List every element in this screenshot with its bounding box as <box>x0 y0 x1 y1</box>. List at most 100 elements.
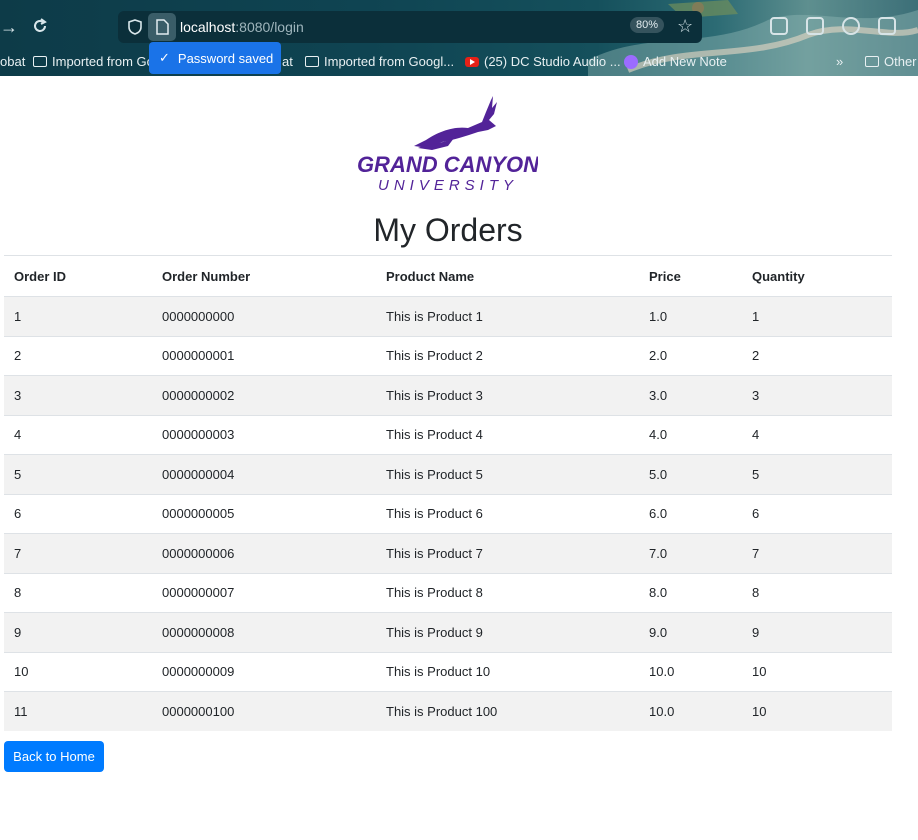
header-order-id: Order ID <box>4 255 152 297</box>
price-cell: 6.0 <box>639 493 742 534</box>
pocket-icon[interactable] <box>770 17 788 35</box>
bookmarks-bar: obat Imported from Go at Imported from G… <box>0 52 918 74</box>
product-name-cell: This is Product 4 <box>376 414 639 455</box>
bookmark-label: obat <box>0 54 26 69</box>
order-id-cell: 6 <box>4 493 152 534</box>
quantity-cell: 4 <box>742 414 892 455</box>
bookmark-label: Imported from Googl... <box>324 54 455 69</box>
product-name-cell: This is Product 2 <box>376 335 639 376</box>
bookmarks-overflow-icon[interactable]: » <box>836 54 843 69</box>
table-row: 7 0000000006 This is Product 7 7.0 7 <box>4 533 892 573</box>
order-id-cell: 8 <box>4 572 152 613</box>
order-number-cell: 0000000003 <box>152 414 376 455</box>
password-saved-toast: ✓ Password saved <box>149 42 281 74</box>
price-cell: 3.0 <box>639 375 742 415</box>
order-number-cell: 0000000009 <box>152 651 376 692</box>
price-cell: 10.0 <box>639 651 742 692</box>
quantity-cell: 2 <box>742 335 892 376</box>
shield-icon[interactable] <box>126 18 144 36</box>
order-number-cell: 0000000000 <box>152 296 376 336</box>
price-cell: 4.0 <box>639 414 742 455</box>
price-cell: 7.0 <box>639 533 742 573</box>
table-row: 8 0000000007 This is Product 8 8.0 8 <box>4 572 892 613</box>
youtube-icon <box>465 56 479 67</box>
folder-icon <box>865 56 879 67</box>
table-row: 11 0000000100 This is Product 100 10.0 10 <box>4 691 892 731</box>
quantity-cell: 6 <box>742 493 892 534</box>
browser-toolbar: → localhost:8080/login 80% ☆ obat Import… <box>0 0 918 76</box>
order-id-cell: 2 <box>4 335 152 376</box>
price-cell: 10.0 <box>639 691 742 731</box>
back-to-home-button[interactable]: Back to Home <box>4 741 104 772</box>
table-row: 3 0000000002 This is Product 3 3.0 3 <box>4 375 892 415</box>
bookmark-item[interactable]: Other <box>865 54 917 69</box>
order-number-cell: 0000000008 <box>152 612 376 652</box>
header-product-name: Product Name <box>376 255 639 297</box>
product-name-cell: This is Product 100 <box>376 691 639 731</box>
order-number-cell: 0000000100 <box>152 691 376 731</box>
folder-icon <box>305 56 319 67</box>
order-id-cell: 1 <box>4 296 152 336</box>
bookmark-label: at <box>282 54 293 69</box>
table-row: 1 0000000000 This is Product 1 1.0 1 <box>4 296 892 336</box>
order-number-cell: 0000000004 <box>152 454 376 494</box>
bookmark-item[interactable]: (25) DC Studio Audio ... <box>465 54 621 69</box>
order-number-cell: 0000000006 <box>152 533 376 573</box>
address-bar[interactable]: localhost:8080/login <box>118 11 702 43</box>
url-text[interactable]: localhost:8080/login <box>180 19 304 35</box>
table-header-row: Order ID Order Number Product Name Price… <box>4 255 892 297</box>
table-row: 2 0000000001 This is Product 2 2.0 2 <box>4 335 892 376</box>
product-name-cell: This is Product 3 <box>376 375 639 415</box>
order-number-cell: 0000000007 <box>152 572 376 613</box>
order-id-cell: 5 <box>4 454 152 494</box>
bookmark-item[interactable]: Imported from Go <box>33 54 154 69</box>
price-cell: 9.0 <box>639 612 742 652</box>
product-name-cell: This is Product 5 <box>376 454 639 494</box>
price-cell: 1.0 <box>639 296 742 336</box>
quantity-cell: 10 <box>742 691 892 731</box>
bookmark-item[interactable]: Add New Note <box>624 54 727 69</box>
order-id-cell: 9 <box>4 612 152 652</box>
reload-icon[interactable] <box>31 17 49 35</box>
product-name-cell: This is Product 10 <box>376 651 639 692</box>
page-icon <box>156 19 169 35</box>
quantity-cell: 10 <box>742 651 892 692</box>
price-cell: 8.0 <box>639 572 742 613</box>
bookmark-label: (25) DC Studio Audio ... <box>484 54 621 69</box>
table-row: 5 0000000004 This is Product 5 5.0 5 <box>4 454 892 494</box>
bookmark-star-icon[interactable]: ☆ <box>677 17 693 35</box>
price-cell: 5.0 <box>639 454 742 494</box>
price-cell: 2.0 <box>639 335 742 376</box>
bookmark-item[interactable]: at <box>282 54 293 69</box>
extensions-icon[interactable] <box>878 17 896 35</box>
bookmark-item[interactable]: obat <box>0 54 25 69</box>
quantity-cell: 8 <box>742 572 892 613</box>
url-host: localhost <box>180 19 236 35</box>
table-row: 6 0000000005 This is Product 6 6.0 6 <box>4 493 892 534</box>
table-row: 4 0000000003 This is Product 4 4.0 4 <box>4 414 892 455</box>
header-quantity: Quantity <box>742 255 892 297</box>
header-order-number: Order Number <box>152 255 376 297</box>
forward-icon[interactable]: → <box>0 18 18 36</box>
folder-icon <box>33 56 47 67</box>
checkmark-icon: ✓ <box>159 50 170 65</box>
page-info-button[interactable] <box>148 13 176 41</box>
table-row: 9 0000000008 This is Product 9 9.0 9 <box>4 612 892 652</box>
bookmark-item[interactable]: Imported from Googl... <box>305 54 454 69</box>
order-id-cell: 4 <box>4 414 152 455</box>
url-path: :8080/login <box>235 19 304 35</box>
orders-table-body: 1 0000000000 This is Product 1 1.0 1 2 0000000… <box>4 296 892 731</box>
note-icon <box>624 54 638 69</box>
table-row: 10 0000000009 This is Product 10 10.0 10 <box>4 651 892 692</box>
quantity-cell: 7 <box>742 533 892 573</box>
order-id-cell: 11 <box>4 691 152 731</box>
gcu-logo: GRAND CANYON UNIVERSITY <box>358 96 538 192</box>
toast-text: Password saved <box>177 50 274 66</box>
order-number-cell: 0000000002 <box>152 375 376 415</box>
product-name-cell: This is Product 9 <box>376 612 639 652</box>
account-icon[interactable] <box>842 17 860 35</box>
zoom-badge[interactable]: 80% <box>630 17 665 33</box>
downloads-icon[interactable] <box>806 17 824 35</box>
page-title: My Orders <box>373 212 523 248</box>
quantity-cell: 9 <box>742 612 892 652</box>
